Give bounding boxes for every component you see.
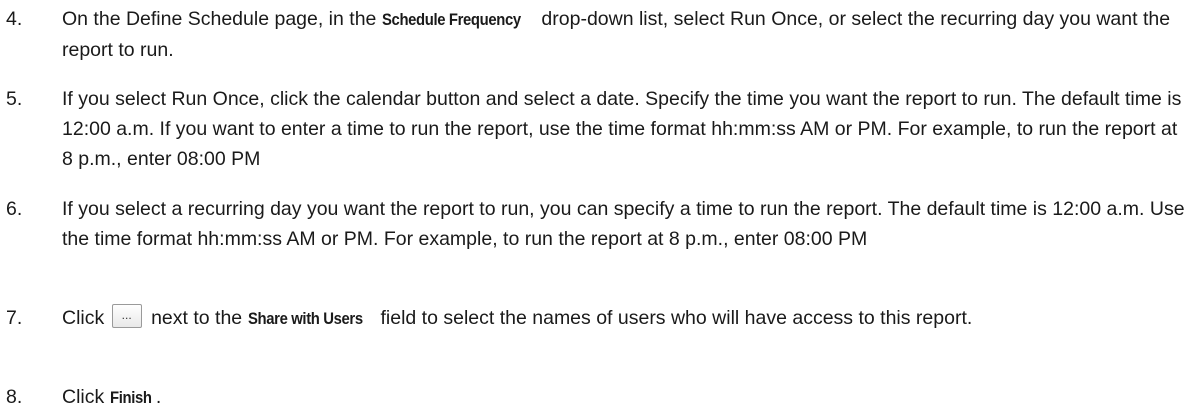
instruction-steps: 4. On the Define Schedule page, in the S…	[0, 0, 1193, 417]
step-number: 5.	[6, 88, 23, 110]
step-number: 4.	[6, 8, 23, 30]
ui-term-finish: Finish	[109, 389, 152, 407]
step-text: On the Define Schedule page, in the Sche…	[62, 4, 1187, 65]
step-number: 7.	[6, 307, 23, 329]
ui-term-share-with-users: Share with Users	[247, 310, 363, 328]
step-text: If you select Run Once, click the calend…	[62, 88, 1182, 170]
ui-term-schedule-frequency: Schedule Frequency	[381, 11, 521, 29]
step-text: If you select a recurring day you want t…	[62, 198, 1185, 250]
step-text: Click ... next to the Share with Users f…	[62, 303, 1187, 334]
ellipsis-button-icon: ...	[111, 304, 142, 328]
step-text: Click Finish.	[62, 382, 1187, 413]
step-number: 8.	[6, 386, 23, 408]
step-number: 6.	[6, 198, 23, 220]
